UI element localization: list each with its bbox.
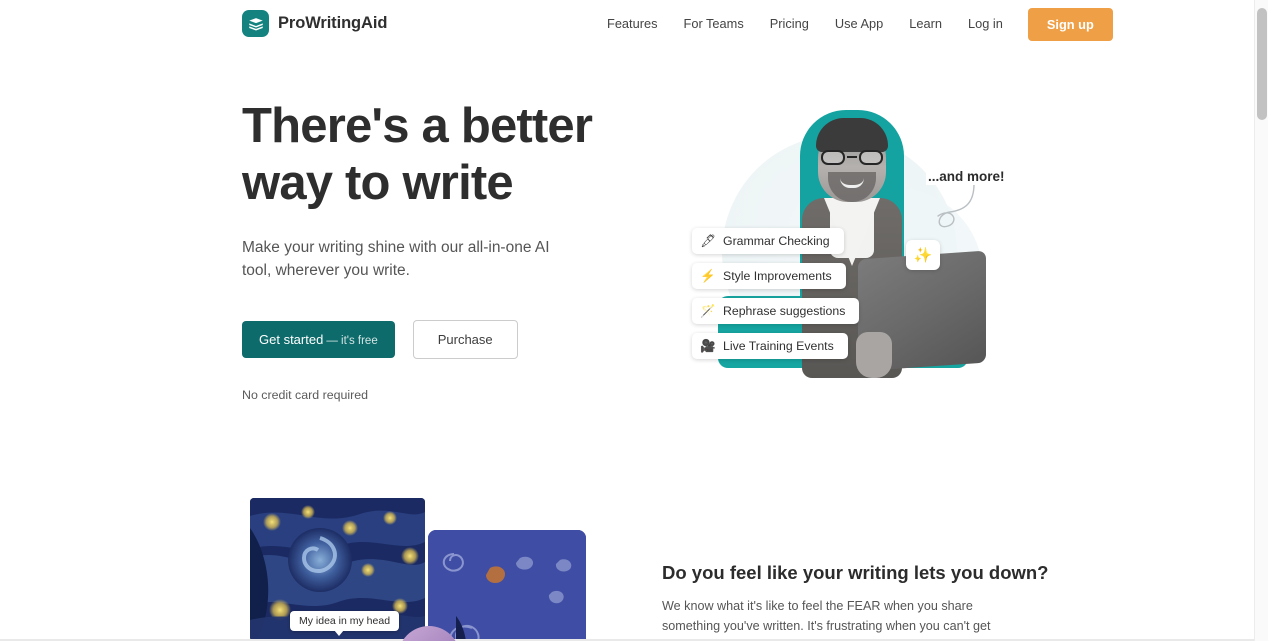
nav-link-for-teams[interactable]: For Teams <box>671 0 757 48</box>
get-started-button[interactable]: Get started — it's free <box>242 321 395 358</box>
chip-label: Grammar Checking <box>723 234 830 248</box>
and-more-label: ...and more! <box>926 168 1007 185</box>
nav-link-pricing[interactable]: Pricing <box>757 0 822 48</box>
chip-label: Live Training Events <box>723 339 834 353</box>
glasses-left-lens <box>821 150 845 165</box>
feature-chip-live-training-events: 🎥 Live Training Events <box>692 333 848 359</box>
purchase-button[interactable]: Purchase <box>412 320 518 359</box>
glasses-icon <box>821 150 883 165</box>
idea-tag-label: My idea in my head <box>290 611 400 636</box>
nav-link-learn[interactable]: Learn <box>896 0 955 48</box>
nav-link-features[interactable]: Features <box>600 0 671 48</box>
hero-title-line-2: way to write <box>242 156 514 210</box>
video-camera-icon: 🎥 <box>700 338 716 353</box>
lightning-icon: ⚡ <box>700 268 716 283</box>
page-root: ProWritingAid Features For Teams Pricing… <box>0 0 1268 641</box>
feature-chip-grammar-checking: 🖋 Grammar Checking <box>692 228 844 254</box>
nav-link-use-app[interactable]: Use App <box>822 0 896 48</box>
site-header: ProWritingAid Features For Teams Pricing… <box>0 0 1254 48</box>
hero-illustration: ✨ ...and more! 🖋 Grammar Checking ⚡ Styl… <box>660 100 1020 390</box>
brand-name: ProWritingAid <box>278 14 388 32</box>
hero-cta-group: Get started — it's free Purchase <box>242 320 642 359</box>
person-hand <box>856 332 892 378</box>
get-started-label: Get started <box>259 332 324 347</box>
hero-text-block: There's a better way to write Make your … <box>242 98 642 402</box>
magic-wand-icon: 🪄 <box>700 303 716 318</box>
artwork-collage: My idea in my head <box>250 498 590 641</box>
person-hair <box>816 118 888 152</box>
scrollbar-thumb[interactable] <box>1257 8 1267 120</box>
feature-chip-list: 🖋 Grammar Checking ⚡ Style Improvements … <box>692 228 860 359</box>
curved-arrow-icon <box>937 183 975 228</box>
lower-text-block: Do you feel like your writing lets you d… <box>662 560 1049 641</box>
hero-subtitle: Make your writing shine with our all-in-… <box>242 239 550 279</box>
glasses-bridge <box>847 156 857 158</box>
book-logo-icon <box>242 10 269 37</box>
lower-section-title: Do you feel like your writing lets you d… <box>662 562 1049 583</box>
brand-logo-link[interactable]: ProWritingAid <box>242 10 387 37</box>
lower-section-body: We know what it's like to feel the FEAR … <box>662 599 991 641</box>
feature-chip-style-improvements: ⚡ Style Improvements <box>692 263 846 289</box>
sparkle-icon: ✨ <box>913 246 933 264</box>
page-title: There's a better way to write <box>242 98 642 212</box>
feature-chip-rephrase-suggestions: 🪄 Rephrase suggestions <box>692 298 860 324</box>
pen-icon: 🖋 <box>700 233 716 248</box>
page-scrollbar[interactable] <box>1254 0 1268 641</box>
no-credit-card-note: No credit card required <box>242 388 369 402</box>
nav-link-log-in[interactable]: Log in <box>955 0 1016 48</box>
hero-title-line-1: There's a better <box>242 99 593 153</box>
main-navigation: Features For Teams Pricing Use App Learn… <box>600 0 1113 48</box>
chip-label: Rephrase suggestions <box>723 304 846 318</box>
sign-up-button[interactable]: Sign up <box>1027 7 1113 41</box>
get-started-free-suffix: — it's free <box>326 335 378 347</box>
chip-label: Style Improvements <box>723 269 832 283</box>
flat-starry-night-illustration <box>428 530 586 641</box>
glasses-right-lens <box>859 150 883 165</box>
